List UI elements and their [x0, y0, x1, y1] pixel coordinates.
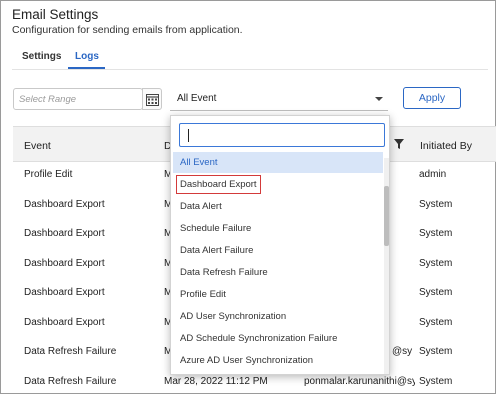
option-label: Data Alert	[180, 201, 222, 212]
dropdown-option-data-alert-failure[interactable]: Data Alert Failure	[173, 240, 383, 261]
table-row-event: Dashboard Export	[24, 317, 105, 328]
active-tab-indicator	[68, 67, 105, 69]
table-row-initiated-by: System	[419, 228, 453, 239]
filter-icon[interactable]	[394, 139, 404, 149]
apply-button[interactable]: Apply	[403, 87, 461, 109]
table-row-event: Dashboard Export	[24, 287, 105, 298]
dropdown-option-ad-user-sync[interactable]: AD User Synchronization	[173, 306, 383, 327]
table-row-event: Dashboard Export	[24, 228, 105, 239]
dropdown-option-schedule-failure[interactable]: Schedule Failure	[173, 218, 383, 239]
event-select-value: All Event	[177, 93, 217, 104]
table-row-event: Dashboard Export	[24, 199, 105, 210]
table-row-email: ponmalar.karunanithi@sy	[304, 376, 415, 387]
dropdown-option-ad-schedule-sync-failure[interactable]: AD Schedule Synchronization Failure	[173, 328, 383, 349]
column-header-event[interactable]: Event	[24, 140, 51, 152]
table-row-event: Data Refresh Failure	[24, 346, 117, 357]
dropdown-option-all-event[interactable]: All Event	[173, 152, 383, 173]
table-row-event: Profile Edit	[24, 169, 73, 180]
table-row-initiated-by: System	[419, 317, 453, 328]
table-row-initiated-by: System	[419, 346, 453, 357]
event-dropdown-menu: All Event Dashboard Export Data Alert Sc…	[170, 115, 390, 375]
option-label: AD User Synchronization	[180, 311, 287, 322]
option-label: Schedule Failure	[180, 223, 252, 234]
dropdown-scrollbar-thumb[interactable]	[384, 186, 389, 246]
column-header-initiated-by[interactable]: Initiated By	[420, 140, 472, 152]
table-row-date: Mar 28, 2022 11:12 PM	[164, 376, 268, 387]
tab-logs[interactable]: Logs	[75, 51, 99, 62]
option-label: Profile Edit	[180, 289, 226, 300]
date-range-input[interactable]: Select Range	[13, 88, 143, 110]
table-row-event: Dashboard Export	[24, 258, 105, 269]
table-row-initiated-by: System	[419, 376, 453, 387]
option-label: Data Refresh Failure	[180, 267, 268, 278]
option-label: Data Alert Failure	[180, 245, 254, 256]
dropdown-option-dashboard-export[interactable]: Dashboard Export	[173, 174, 383, 195]
option-label: All Event	[180, 157, 218, 168]
event-select[interactable]: All Event	[170, 87, 388, 111]
table-row-event: Data Refresh Failure	[24, 376, 117, 387]
table-row-initiated-by: System	[419, 258, 453, 269]
dropdown-option-data-refresh-failure[interactable]: Data Refresh Failure	[173, 262, 383, 283]
option-label: Dashboard Export	[176, 175, 261, 194]
calendar-button[interactable]	[142, 88, 162, 110]
table-row-email: @sy	[392, 346, 413, 357]
option-label: AD Schedule Synchronization Failure	[180, 333, 338, 344]
dropdown-option-azure-ad-user-sync[interactable]: Azure AD User Synchronization	[173, 350, 383, 371]
option-label: Azure AD User Synchronization	[180, 355, 314, 366]
page-subtitle: Configuration for sending emails from ap…	[12, 24, 243, 36]
table-row-initiated-by: System	[419, 287, 453, 298]
table-row-initiated-by: System	[419, 199, 453, 210]
dropdown-option-data-alert[interactable]: Data Alert	[173, 196, 383, 217]
page-title: Email Settings	[12, 7, 99, 22]
dropdown-search-input[interactable]	[179, 123, 385, 147]
calendar-icon	[146, 94, 159, 106]
dropdown-option-profile-edit[interactable]: Profile Edit	[173, 284, 383, 305]
tab-settings[interactable]: Settings	[22, 51, 61, 62]
tabs-divider	[12, 69, 488, 70]
chevron-down-icon	[375, 97, 383, 101]
text-cursor	[188, 129, 189, 142]
table-row-initiated-by: admin	[419, 169, 447, 180]
